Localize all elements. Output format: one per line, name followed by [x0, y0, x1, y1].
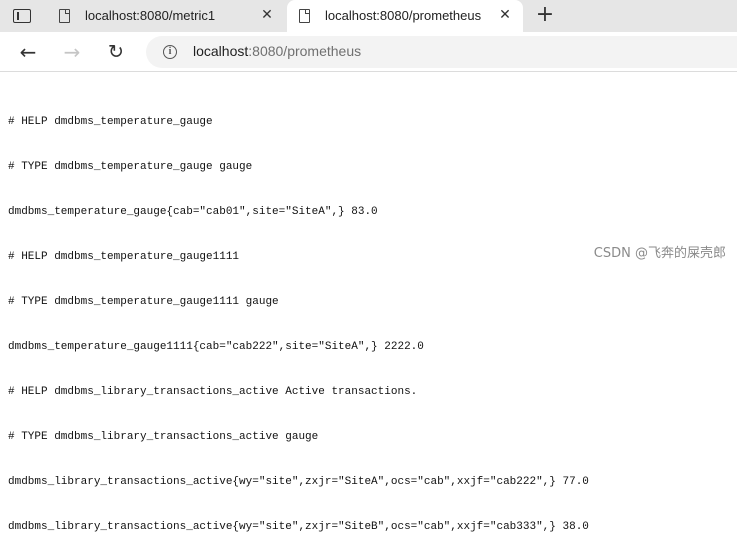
metric-line: # HELP dmdbms_temperature_gauge1111: [8, 250, 589, 265]
metric-line: # TYPE dmdbms_library_transactions_activ…: [8, 430, 589, 445]
tab-title: localhost:8080/metric1: [85, 8, 215, 23]
metric-line: # HELP dmdbms_temperature_gauge: [8, 115, 589, 130]
page-content: # HELP dmdbms_temperature_gauge # TYPE d…: [8, 85, 589, 542]
url-host: localhost: [193, 43, 248, 59]
forward-button[interactable]: →: [60, 40, 84, 64]
metric-line: # TYPE dmdbms_temperature_gauge gauge: [8, 160, 589, 175]
metric-line: dmdbms_library_transactions_active{wy="s…: [8, 475, 589, 490]
tab-title: localhost:8080/prometheus: [325, 8, 481, 23]
back-button[interactable]: ←: [16, 40, 40, 64]
tab-actions-icon[interactable]: [13, 9, 31, 23]
tab-prometheus[interactable]: localhost:8080/prometheus ✕: [287, 0, 523, 32]
metric-line: dmdbms_library_transactions_active{wy="s…: [8, 520, 589, 535]
metric-line: # TYPE dmdbms_temperature_gauge1111 gaug…: [8, 295, 589, 310]
new-tab-button[interactable]: +: [534, 4, 556, 26]
info-icon[interactable]: i: [163, 45, 177, 59]
page-icon: [299, 9, 310, 23]
address-bar[interactable]: i localhost:8080/prometheus: [146, 36, 737, 68]
close-icon[interactable]: ✕: [259, 7, 275, 23]
metric-line: dmdbms_temperature_gauge{cab="cab01",sit…: [8, 205, 589, 220]
reload-button[interactable]: ↻: [104, 40, 128, 64]
close-icon[interactable]: ✕: [497, 7, 513, 23]
tab-strip: localhost:8080/metric1 ✕ localhost:8080/…: [0, 0, 737, 32]
toolbar: ← → ↻ i localhost:8080/prometheus: [0, 32, 737, 72]
tab-metric1[interactable]: localhost:8080/metric1 ✕: [47, 0, 285, 32]
metric-line: dmdbms_temperature_gauge1111{cab="cab222…: [8, 340, 589, 355]
page-icon: [59, 9, 70, 23]
url-path: :8080/prometheus: [248, 43, 361, 59]
metric-line: # HELP dmdbms_library_transactions_activ…: [8, 385, 589, 400]
url-text[interactable]: localhost:8080/prometheus: [193, 43, 361, 59]
watermark: CSDN @飞奔的屎壳郎: [594, 242, 726, 261]
